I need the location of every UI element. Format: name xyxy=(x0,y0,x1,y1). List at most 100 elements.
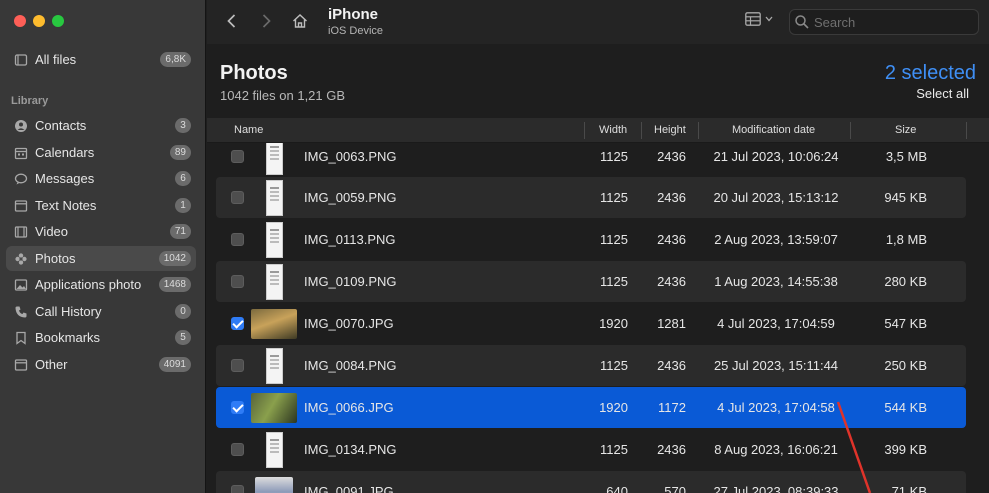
minimize-window-button[interactable] xyxy=(33,15,45,27)
search-icon xyxy=(795,15,809,29)
view-mode-button[interactable] xyxy=(745,12,773,26)
chevron-right-icon xyxy=(262,14,271,28)
thumbnail xyxy=(255,476,293,493)
file-name: IMG_0059.PNG xyxy=(304,190,397,205)
file-name: IMG_0091.JPG xyxy=(304,484,394,493)
sidebar: All files 6,8K Library Contacts 3 Calend… xyxy=(0,0,206,493)
row-checkbox[interactable] xyxy=(231,485,244,493)
file-date: 1 Aug 2023, 14:55:38 xyxy=(714,274,838,289)
sidebar-item-calendars[interactable]: Calendars 89 xyxy=(6,140,196,165)
file-date: 25 Jul 2023, 15:11:44 xyxy=(713,358,839,373)
row-checkbox[interactable] xyxy=(231,275,244,288)
sidebar-item-photos[interactable]: Photos 1042 xyxy=(6,246,196,271)
file-width: 1125 xyxy=(600,149,628,164)
column-divider[interactable] xyxy=(966,122,967,139)
contacts-icon xyxy=(14,119,28,133)
message-icon xyxy=(14,172,28,186)
sidebar-item-video[interactable]: Video 71 xyxy=(6,219,196,244)
table-row[interactable]: IMG_0059.PNG 1125 2436 20 Jul 2023, 15:1… xyxy=(216,177,966,218)
file-size: 3,5 MB xyxy=(885,149,927,164)
file-width: 1125 xyxy=(600,274,628,289)
select-all-button[interactable]: Select all xyxy=(916,86,969,101)
file-height: 570 xyxy=(664,484,686,493)
back-button[interactable] xyxy=(222,11,242,31)
file-date: 4 Jul 2023, 17:04:59 xyxy=(717,316,835,331)
sidebar-item-applications-photo[interactable]: Applications photo 1468 xyxy=(6,272,196,297)
file-height: 1172 xyxy=(658,400,686,415)
file-size: 544 KB xyxy=(884,400,927,415)
forward-button[interactable] xyxy=(256,11,276,31)
column-header-date[interactable]: Modification date xyxy=(732,124,815,136)
file-size: 547 KB xyxy=(884,316,927,331)
sidebar-item-text-notes[interactable]: Text Notes 1 xyxy=(6,193,196,218)
table-row[interactable]: IMG_0070.JPG 1920 1281 4 Jul 2023, 17:04… xyxy=(216,303,966,344)
file-name: IMG_0109.PNG xyxy=(304,274,397,289)
column-header-name[interactable]: Name xyxy=(234,124,263,136)
row-checkbox[interactable] xyxy=(231,359,244,372)
file-size: 250 KB xyxy=(884,358,927,373)
column-divider[interactable] xyxy=(698,122,699,139)
count-badge: 1042 xyxy=(158,251,191,266)
column-header-width[interactable]: Width xyxy=(599,124,627,136)
toolbar: iPhone iOS Device xyxy=(207,0,989,44)
file-name: IMG_0134.PNG xyxy=(304,442,397,457)
search-input[interactable] xyxy=(814,14,964,30)
file-size: 1,8 MB xyxy=(885,232,927,247)
thumbnail xyxy=(251,392,297,423)
sidebar-item-messages[interactable]: Messages 6 xyxy=(6,166,196,191)
thumbnail xyxy=(266,431,283,468)
page-subtitle: 1042 files on 1,21 GB xyxy=(220,88,346,103)
column-divider[interactable] xyxy=(641,122,642,139)
row-checkbox[interactable] xyxy=(231,317,244,330)
thumbnail xyxy=(266,347,283,384)
file-height: 2436 xyxy=(657,232,686,247)
file-size: 945 KB xyxy=(884,190,927,205)
file-date: 20 Jul 2023, 15:13:12 xyxy=(713,190,839,205)
column-header-size[interactable]: Size xyxy=(895,124,916,136)
zoom-window-button[interactable] xyxy=(52,15,64,27)
sidebar-item-label: Bookmarks xyxy=(35,330,101,345)
sidebar-item-other[interactable]: Other 4091 xyxy=(6,352,196,377)
count-badge: 5 xyxy=(175,330,191,345)
count-badge: 3 xyxy=(175,118,191,133)
table-row[interactable]: IMG_0113.PNG 1125 2436 2 Aug 2023, 13:59… xyxy=(216,219,966,260)
table-row[interactable]: IMG_0109.PNG 1125 2436 1 Aug 2023, 14:55… xyxy=(216,261,966,302)
video-icon xyxy=(14,225,28,239)
file-height: 2436 xyxy=(657,274,686,289)
column-header-height[interactable]: Height xyxy=(654,124,686,136)
file-width: 1920 xyxy=(599,400,628,415)
count-badge: 0 xyxy=(175,304,191,319)
row-checkbox[interactable] xyxy=(231,401,244,414)
file-name: IMG_0063.PNG xyxy=(304,149,397,164)
search-field[interactable] xyxy=(789,9,979,35)
column-divider[interactable] xyxy=(584,122,585,139)
file-width: 1125 xyxy=(600,190,628,205)
note-icon xyxy=(14,199,28,213)
row-checkbox[interactable] xyxy=(231,233,244,246)
row-checkbox[interactable] xyxy=(231,191,244,204)
count-badge: 1 xyxy=(175,198,191,213)
sidebar-item-contacts[interactable]: Contacts 3 xyxy=(6,113,196,138)
sidebar-item-label: Text Notes xyxy=(35,198,97,213)
row-checkbox[interactable] xyxy=(231,150,244,163)
row-checkbox[interactable] xyxy=(231,443,244,456)
count-badge: 4091 xyxy=(158,357,191,372)
sidebar-item-all-files[interactable]: All files 6,8K xyxy=(6,47,196,72)
table-row[interactable]: IMG_0084.PNG 1125 2436 25 Jul 2023, 15:1… xyxy=(216,345,966,386)
device-title: iPhone xyxy=(328,6,379,23)
file-height: 1281 xyxy=(657,316,686,331)
column-divider[interactable] xyxy=(850,122,851,139)
home-button[interactable] xyxy=(290,11,310,31)
close-window-button[interactable] xyxy=(14,15,26,27)
file-name: IMG_0070.JPG xyxy=(304,316,394,331)
folder-icon xyxy=(14,53,28,67)
sidebar-item-call-history[interactable]: Call History 0 xyxy=(6,299,196,324)
file-size: 71 KB xyxy=(891,484,927,493)
file-size: 280 KB xyxy=(884,274,927,289)
app-photo-icon xyxy=(14,278,28,292)
chevron-down-icon xyxy=(765,16,773,22)
file-width: 640 xyxy=(606,484,628,493)
sidebar-item-bookmarks[interactable]: Bookmarks 5 xyxy=(6,325,196,350)
file-date: 27 Jul 2023, 08:39:33 xyxy=(713,484,839,493)
sidebar-item-label: Contacts xyxy=(35,118,87,133)
